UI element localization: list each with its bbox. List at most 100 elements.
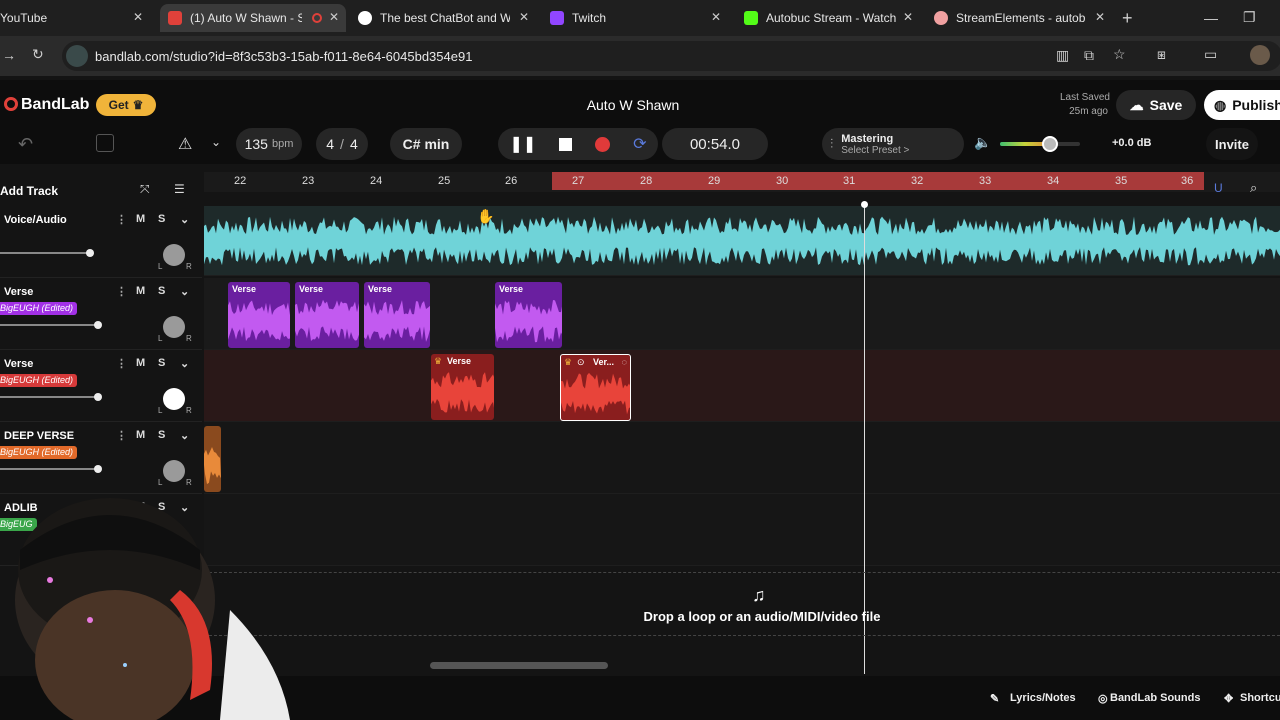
sidebar-icon[interactable]: ▭ — [1204, 46, 1217, 63]
filter-icon[interactable]: ☰ — [174, 182, 185, 196]
chevron-down-icon[interactable]: ⌄ — [180, 213, 189, 226]
track-header[interactable]: Verse ⋮ M S ⌄ BigEUGH (Edited) L R — [0, 352, 202, 422]
tab-youtube[interactable]: YouTube ✕ — [0, 4, 150, 32]
chevron-down-icon[interactable]: ⌄ — [180, 285, 189, 298]
pan-knob[interactable] — [163, 388, 185, 410]
reload-icon[interactable]: ↻ — [32, 46, 44, 63]
slider-knob[interactable] — [86, 249, 94, 257]
mute-button[interactable]: M — [136, 213, 145, 225]
mixer-toggle-icon[interactable] — [96, 134, 114, 152]
track-header[interactable]: Voice/Audio ⋮ M S ⌄ L R — [0, 208, 202, 278]
volume-knob[interactable] — [1041, 136, 1058, 152]
pan-knob[interactable] — [163, 316, 185, 338]
automation-icon[interactable]: ⤧ — [140, 182, 150, 197]
lane-deep-verse[interactable] — [204, 422, 1280, 494]
chevron-down-icon[interactable]: ⌄ — [211, 135, 221, 149]
slider-knob[interactable] — [94, 321, 102, 329]
instrument-tag[interactable]: BigEUGH (Edited) — [0, 446, 78, 459]
track-name[interactable]: Verse — [4, 358, 33, 370]
track-options-icon[interactable]: ⋮ — [116, 429, 127, 442]
restore-icon[interactable]: ❐ — [1243, 9, 1256, 26]
mastering-button[interactable]: ⫶ Mastering Select Preset > — [822, 128, 964, 160]
track-options-icon[interactable]: ⋮ — [116, 357, 127, 370]
close-tab-icon[interactable]: ✕ — [516, 10, 532, 24]
solo-button[interactable]: S — [158, 285, 165, 297]
address-field[interactable]: bandlab.com/studio?id=8f3c53b3-15ab-f011… — [62, 41, 1280, 71]
track-volume-slider[interactable] — [0, 321, 102, 329]
clip-deep-verse[interactable] — [204, 426, 221, 492]
pan-knob[interactable] — [163, 460, 185, 482]
site-info-icon[interactable] — [66, 45, 88, 67]
bandlab-sounds-button[interactable]: BandLab Sounds — [1110, 692, 1200, 704]
track-volume-slider[interactable] — [0, 393, 102, 401]
clip-verse[interactable]: Verse — [364, 282, 430, 348]
extensions-icon[interactable]: ⧆ — [1157, 46, 1166, 63]
pan-knob[interactable] — [163, 244, 185, 266]
track-options-icon[interactable]: ⋮ — [116, 213, 127, 226]
clip-verse[interactable]: Verse — [495, 282, 562, 348]
forward-icon[interactable]: → — [2, 47, 16, 63]
track-volume-slider[interactable] — [0, 249, 94, 257]
chevron-down-icon[interactable]: ⌄ — [180, 357, 189, 370]
track-options-icon[interactable]: ⋮ — [116, 285, 127, 298]
track-name[interactable]: Voice/Audio — [4, 214, 67, 226]
tab-chatbot[interactable]: The best ChatBot and Widg ✕ — [350, 4, 536, 32]
install-app-icon[interactable]: ⧉ — [1084, 47, 1094, 64]
project-title[interactable]: Auto W Shawn — [540, 97, 726, 113]
close-tab-icon[interactable]: ✕ — [1092, 10, 1108, 24]
clip-verse[interactable]: Verse — [228, 282, 290, 348]
add-track-button[interactable]: Add Track — [0, 184, 58, 198]
record-button[interactable] — [595, 136, 611, 152]
invite-button[interactable]: Invite — [1206, 128, 1258, 160]
horizontal-scrollbar[interactable] — [430, 662, 608, 669]
stop-button[interactable] — [559, 137, 573, 151]
clip-verse[interactable]: Verse ♛ — [431, 354, 494, 420]
clip-verse[interactable]: Verse — [295, 282, 359, 348]
save-button[interactable]: ☁ Save — [1116, 90, 1196, 120]
lane-verse-2[interactable] — [204, 350, 1280, 422]
metronome-icon[interactable]: ⚠ — [178, 134, 192, 154]
lyrics-notes-button[interactable]: Lyrics/Notes — [1010, 692, 1076, 704]
get-membership-button[interactable]: Get ♛ — [96, 94, 156, 116]
instrument-tag[interactable]: BigEUGH (Edited) — [0, 374, 78, 387]
bookmark-star-icon[interactable]: ☆ — [1113, 46, 1126, 63]
key-selector[interactable]: C# min — [390, 128, 462, 160]
chevron-down-icon[interactable]: ⌄ — [180, 429, 189, 442]
lane-voice-audio[interactable] — [204, 206, 1280, 276]
shortcuts-button[interactable]: Shortcut — [1240, 692, 1280, 704]
close-tab-icon[interactable]: ✕ — [708, 10, 724, 24]
track-header[interactable]: DEEP VERSE ⋮ M S ⌄ BigEUGH (Edited) L R — [0, 424, 202, 494]
master-volume-slider[interactable] — [1000, 136, 1080, 152]
mute-button[interactable]: M — [136, 285, 145, 297]
close-tab-icon[interactable]: ✕ — [900, 10, 916, 24]
minimize-icon[interactable]: — — [1204, 10, 1218, 26]
loop-clip-icon[interactable]: ◌ — [622, 357, 627, 367]
tab-bandlab[interactable]: (1) Auto W Shawn - Stu ✕ — [160, 4, 346, 32]
track-header[interactable]: Verse ⋮ M S ⌄ BigEUGH (Edited) L R — [0, 280, 202, 350]
clip-verse-selected[interactable]: Ver... ♛ ⊙ ◌ — [560, 354, 631, 421]
reader-mode-icon[interactable]: ▥ — [1056, 47, 1069, 64]
track-volume-slider[interactable] — [0, 465, 102, 473]
solo-button[interactable]: S — [158, 429, 165, 441]
undo-icon[interactable]: ↶ — [18, 134, 33, 155]
pause-button[interactable]: ❚❚ — [509, 134, 536, 154]
slider-knob[interactable] — [94, 465, 102, 473]
mute-button[interactable]: M — [136, 429, 145, 441]
speaker-icon[interactable]: 🔈 — [974, 134, 991, 151]
new-tab-button[interactable]: + — [1122, 8, 1133, 29]
loop-button[interactable]: ⟳ — [633, 134, 646, 154]
zoom-icon[interactable]: ⌕ — [1250, 180, 1257, 196]
publish-button[interactable]: ◍ Publish — [1204, 90, 1280, 120]
instrument-tag[interactable]: BigEUGH (Edited) — [0, 302, 78, 315]
solo-button[interactable]: S — [158, 213, 165, 225]
tab-twitch[interactable]: Twitch ✕ — [542, 4, 728, 32]
profile-avatar[interactable] — [1250, 45, 1270, 65]
close-tab-icon[interactable]: ✕ — [130, 10, 146, 24]
close-tab-icon[interactable]: ✕ — [326, 10, 342, 24]
playhead-handle[interactable] — [861, 201, 868, 208]
tab-streamelements[interactable]: StreamElements - autobucc ✕ — [926, 4, 1112, 32]
mute-button[interactable]: M — [136, 357, 145, 369]
slider-knob[interactable] — [94, 393, 102, 401]
tempo-field[interactable]: 135 bpm — [236, 128, 302, 160]
clip-settings-icon[interactable]: ⊙ — [577, 357, 585, 368]
